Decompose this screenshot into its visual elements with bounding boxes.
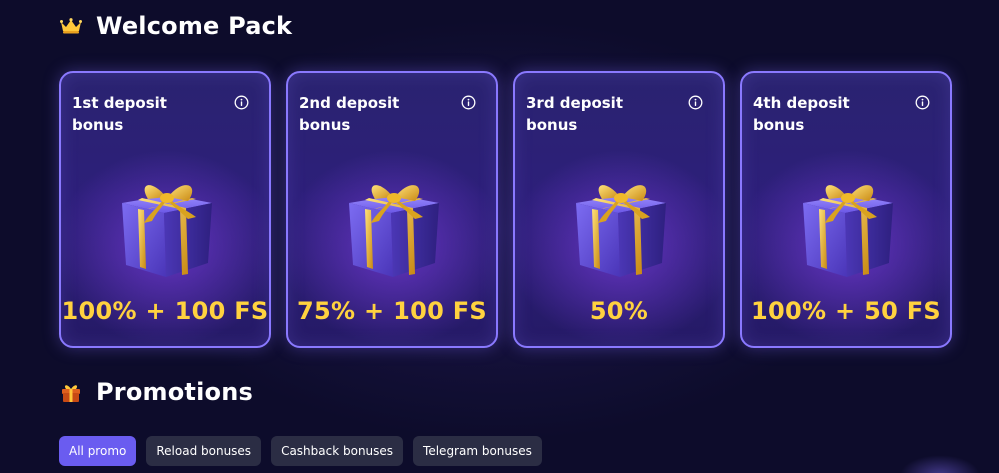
- gift-box-icon: [335, 165, 453, 283]
- info-icon[interactable]: [234, 95, 249, 110]
- welcome-cards: 1st deposit bonus 100% + 100 FS 2nd depo…: [59, 71, 952, 348]
- bonus-card-value: 50%: [589, 297, 649, 325]
- page: Welcome Pack 1st deposit bonus 100% + 10…: [0, 0, 999, 473]
- bonus-card-title: 1st deposit bonus: [72, 94, 167, 134]
- bonus-card-1[interactable]: 1st deposit bonus 100% + 100 FS: [59, 71, 271, 348]
- bonus-card-value: 100% + 100 FS: [61, 297, 269, 325]
- bonus-card-4[interactable]: 4th deposit bonus 100% + 50 FS: [740, 71, 952, 348]
- bonus-card-3[interactable]: 3rd deposit bonus 50%: [513, 71, 725, 348]
- filter-telegram-bonuses[interactable]: Telegram bonuses: [413, 436, 542, 466]
- filter-reload-bonuses[interactable]: Reload bonuses: [146, 436, 262, 466]
- gift-box-icon: [108, 165, 226, 283]
- filter-all-promo[interactable]: All promo: [59, 436, 137, 466]
- gift-icon: [60, 381, 82, 403]
- promotions-title: Promotions: [96, 378, 253, 406]
- bonus-card-value: 75% + 100 FS: [297, 297, 487, 325]
- gift-box-icon: [789, 165, 907, 283]
- bonus-card-title: 4th deposit bonus: [753, 94, 850, 134]
- info-icon[interactable]: [688, 95, 703, 110]
- crown-icon: [60, 18, 82, 34]
- welcome-pack-header: Welcome Pack: [60, 8, 292, 44]
- promo-filters: All promo Reload bonuses Cashback bonuse…: [59, 436, 542, 466]
- gift-box-icon: [562, 165, 680, 283]
- bonus-card-value: 100% + 50 FS: [751, 297, 941, 325]
- promotions-header: Promotions: [60, 374, 253, 410]
- bonus-card-title: 3rd deposit bonus: [526, 94, 623, 134]
- scroll-glow: [900, 455, 980, 473]
- welcome-pack-title: Welcome Pack: [96, 12, 293, 40]
- info-icon[interactable]: [461, 95, 476, 110]
- filter-cashback-bonuses[interactable]: Cashback bonuses: [271, 436, 404, 466]
- bonus-card-2[interactable]: 2nd deposit bonus 75% + 100 FS: [286, 71, 498, 348]
- bonus-card-title: 2nd deposit bonus: [299, 94, 400, 134]
- info-icon[interactable]: [915, 95, 930, 110]
